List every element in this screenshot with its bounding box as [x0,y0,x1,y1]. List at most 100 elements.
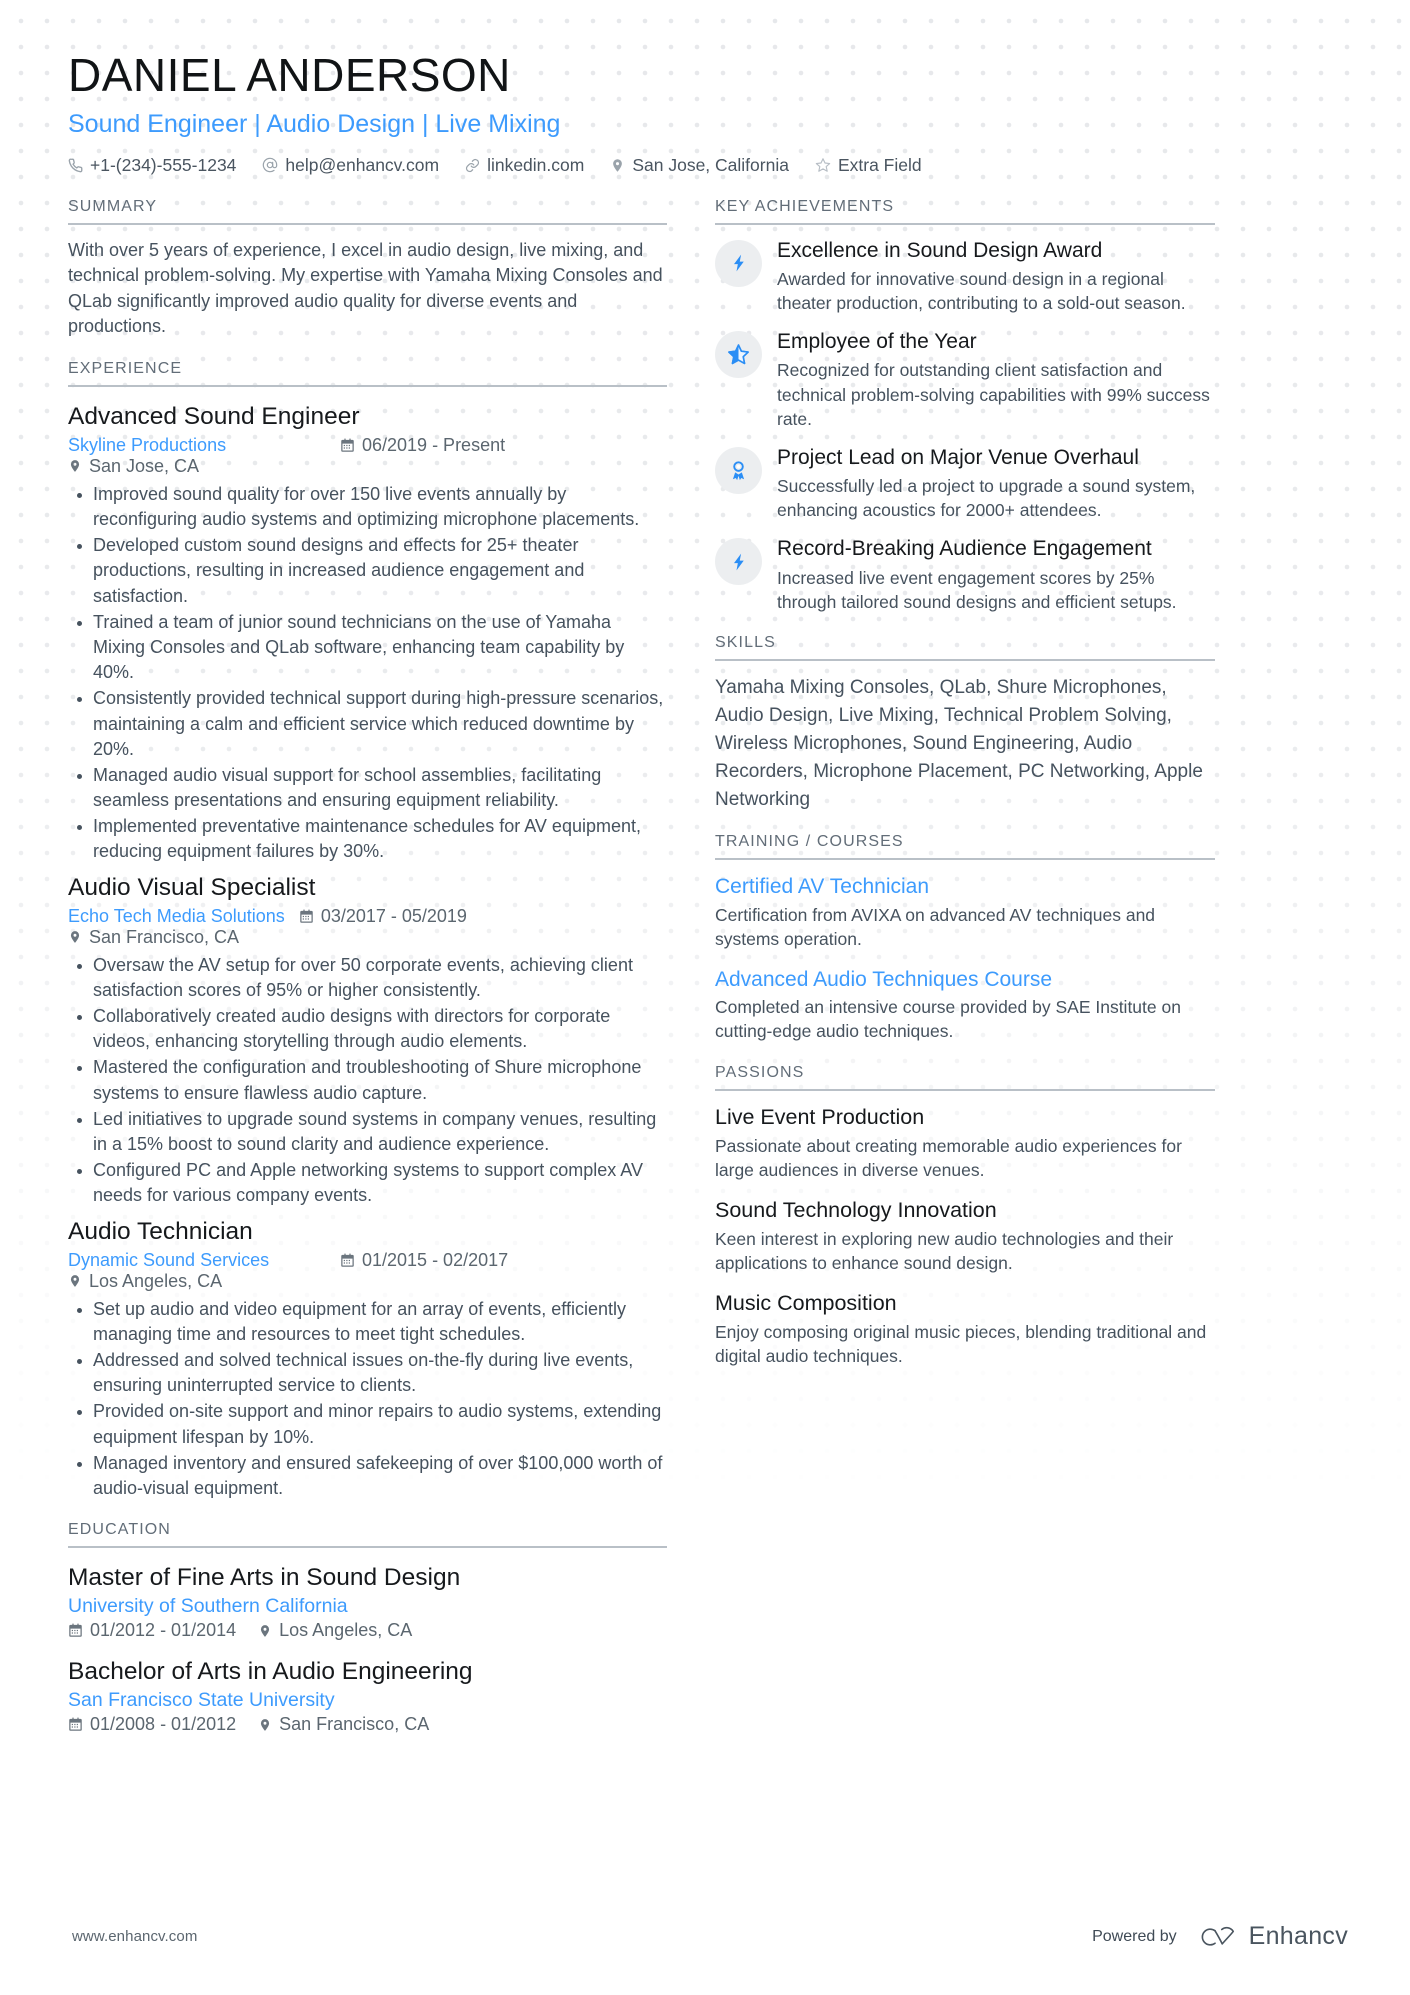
contact-email[interactable]: help@enhancv.com [262,155,439,176]
location-pin-icon [68,459,82,473]
star-half-icon [727,343,750,366]
education-location: San Francisco, CA [258,1714,429,1735]
location-pin-icon [610,158,625,173]
education-location-text: San Francisco, CA [279,1714,430,1735]
achievement-item: Project Lead on Major Venue Overhaul Suc… [715,445,1215,523]
achievement-body: Record-Breaking Audience Engagement Incr… [777,536,1215,614]
powered-by-label: Powered by [1092,1927,1177,1945]
job-dates: 06/2019 - Present [340,435,505,456]
location-pin-icon [258,1718,272,1732]
education-divider [68,1546,667,1549]
summary-text: With over 5 years of experience, I excel… [68,239,663,337]
job-company[interactable]: Skyline Productions [68,435,318,456]
passions-heading: PASSIONS [715,1063,805,1081]
experience-item: Advanced Sound Engineer Skyline Producti… [68,400,667,865]
education-meta: 01/2012 - 01/2014 Los Angeles, CA [68,1620,667,1641]
job-company[interactable]: Dynamic Sound Services [68,1250,318,1271]
enhancv-brand-name: Enhancv [1248,1922,1348,1950]
section-passions: PASSIONS Live Event Production Passionat… [715,1064,1215,1369]
footer-url[interactable]: www.enhancv.com [72,1928,197,1945]
section-experience: EXPERIENCE Advanced Sound Engineer Skyli… [68,360,667,1501]
bullet-item: Mastered the configuration and troublesh… [68,1055,667,1105]
link-icon [465,158,480,173]
location-pin-icon [68,930,82,944]
job-dates: 03/2017 - 05/2019 [299,906,467,927]
passion-item: Music Composition Enjoy composing origin… [715,1290,1215,1368]
contact-phone-text: +1-(234)-555-1234 [90,154,237,175]
training-desc: Certification from AVIXA on advanced AV … [715,904,1156,949]
achievement-title: Employee of the Year [777,330,977,354]
achievement-badge [715,538,762,586]
bullet-item: Improved sound quality for over 150 live… [68,482,667,532]
section-summary: SUMMARY With over 5 years of experience,… [68,198,667,340]
passions-divider [715,1088,1215,1091]
skills-divider [715,658,1215,661]
contact-extra-field-text: Extra Field [837,154,922,175]
skills-heading: SKILLS [715,633,776,651]
training-title[interactable]: Advanced Audio Techniques Course [715,966,1215,993]
job-meta: Echo Tech Media Solutions 03/2017 - 05/2… [68,906,667,948]
job-meta: Skyline Productions 06/2019 - Present Sa… [68,435,667,477]
calendar-icon [340,438,355,453]
lightning-bolt-icon [729,253,749,273]
resume-footer: www.enhancv.com Powered by Enhancv [0,1922,1410,1951]
job-company[interactable]: Echo Tech Media Solutions [68,906,285,927]
training-title[interactable]: Certified AV Technician [715,873,1215,900]
job-dates-text: 06/2019 - Present [362,434,506,455]
job-location-text: Los Angeles, CA [89,1270,223,1291]
passion-desc: Keen interest in exploring new audio tec… [715,1228,1174,1273]
achievement-desc: Awarded for innovative sound design in a… [777,268,1186,313]
calendar-icon [340,1253,355,1268]
education-meta: 01/2008 - 01/2012 San Francisco, CA [68,1714,667,1735]
resume-header: DANIEL ANDERSON Sound Engineer | Audio D… [68,50,1350,176]
passion-title: Live Event Production [715,1104,925,1129]
education-school[interactable]: University of Southern California [68,1595,667,1618]
contact-linkedin-text: linkedin.com [487,154,585,175]
skills-text: Yamaha Mixing Consoles, QLab, Shure Micr… [715,676,1203,810]
section-key-achievements: KEY ACHIEVEMENTS Excellence in Sound Des… [715,198,1215,614]
training-divider [715,858,1215,861]
passion-item: Live Event Production Passionate about c… [715,1104,1215,1182]
left-column: SUMMARY With over 5 years of experience,… [68,198,693,1756]
education-heading: EDUCATION [68,1521,171,1539]
bullet-item: Managed inventory and ensured safekeepin… [68,1451,667,1501]
resume-body: SUMMARY With over 5 years of experience,… [68,198,1350,1756]
contact-linkedin[interactable]: linkedin.com [465,155,584,176]
job-location-text: San Jose, CA [89,455,200,476]
bullet-item: Set up audio and video equipment for an … [68,1297,667,1347]
achievement-desc: Successfully led a project to upgrade a … [777,476,1196,521]
lightning-bolt-icon [729,552,749,572]
job-bullets: Set up audio and video equipment for an … [68,1297,667,1502]
education-school[interactable]: San Francisco State University [68,1689,667,1712]
job-dates: 01/2015 - 02/2017 [340,1250,508,1271]
key-achievements-heading: KEY ACHIEVEMENTS [715,197,895,215]
education-degree: Bachelor of Arts in Audio Engineering [68,1658,473,1686]
key-achievements-divider [715,222,1215,225]
achievement-title: Excellence in Sound Design Award [777,238,1103,262]
achievement-badge [715,446,762,494]
passion-desc: Passionate about creating memorable audi… [715,1135,1182,1180]
right-column: KEY ACHIEVEMENTS Excellence in Sound Des… [715,198,1215,1389]
training-desc: Completed an intensive course provided b… [715,997,1181,1042]
job-title-subtitle: Sound Engineer | Audio Design | Live Mix… [68,109,561,138]
contact-phone[interactable]: +1-(234)-555-1234 [68,155,236,176]
passion-title: Sound Technology Innovation [715,1197,997,1222]
training-heading: TRAINING / COURSES [715,833,904,851]
job-location: San Jose, CA [68,456,199,477]
achievement-title: Project Lead on Major Venue Overhaul [777,445,1139,469]
experience-item: Audio Technician Dynamic Sound Services … [68,1215,667,1502]
education-item: Bachelor of Arts in Audio Engineering Sa… [68,1655,667,1735]
footer-brand-area: Powered by Enhancv [1092,1922,1348,1951]
job-bullets: Improved sound quality for over 150 live… [68,482,667,865]
award-ribbon-icon [728,460,749,481]
calendar-icon [68,1717,83,1732]
education-dates-text: 01/2012 - 01/2014 [90,1620,237,1641]
bullet-item: Collaboratively created audio designs wi… [68,1004,667,1054]
location-pin-icon [68,1274,82,1288]
job-meta: Dynamic Sound Services 01/2015 - 02/2017 [68,1250,667,1292]
job-bullets: Oversaw the AV setup for over 50 corpora… [68,953,667,1209]
training-item: Certified AV Technician Certification fr… [715,873,1215,951]
job-role: Audio Technician [68,1217,253,1245]
contact-location: San Jose, California [610,155,789,176]
location-pin-icon [258,1624,272,1638]
